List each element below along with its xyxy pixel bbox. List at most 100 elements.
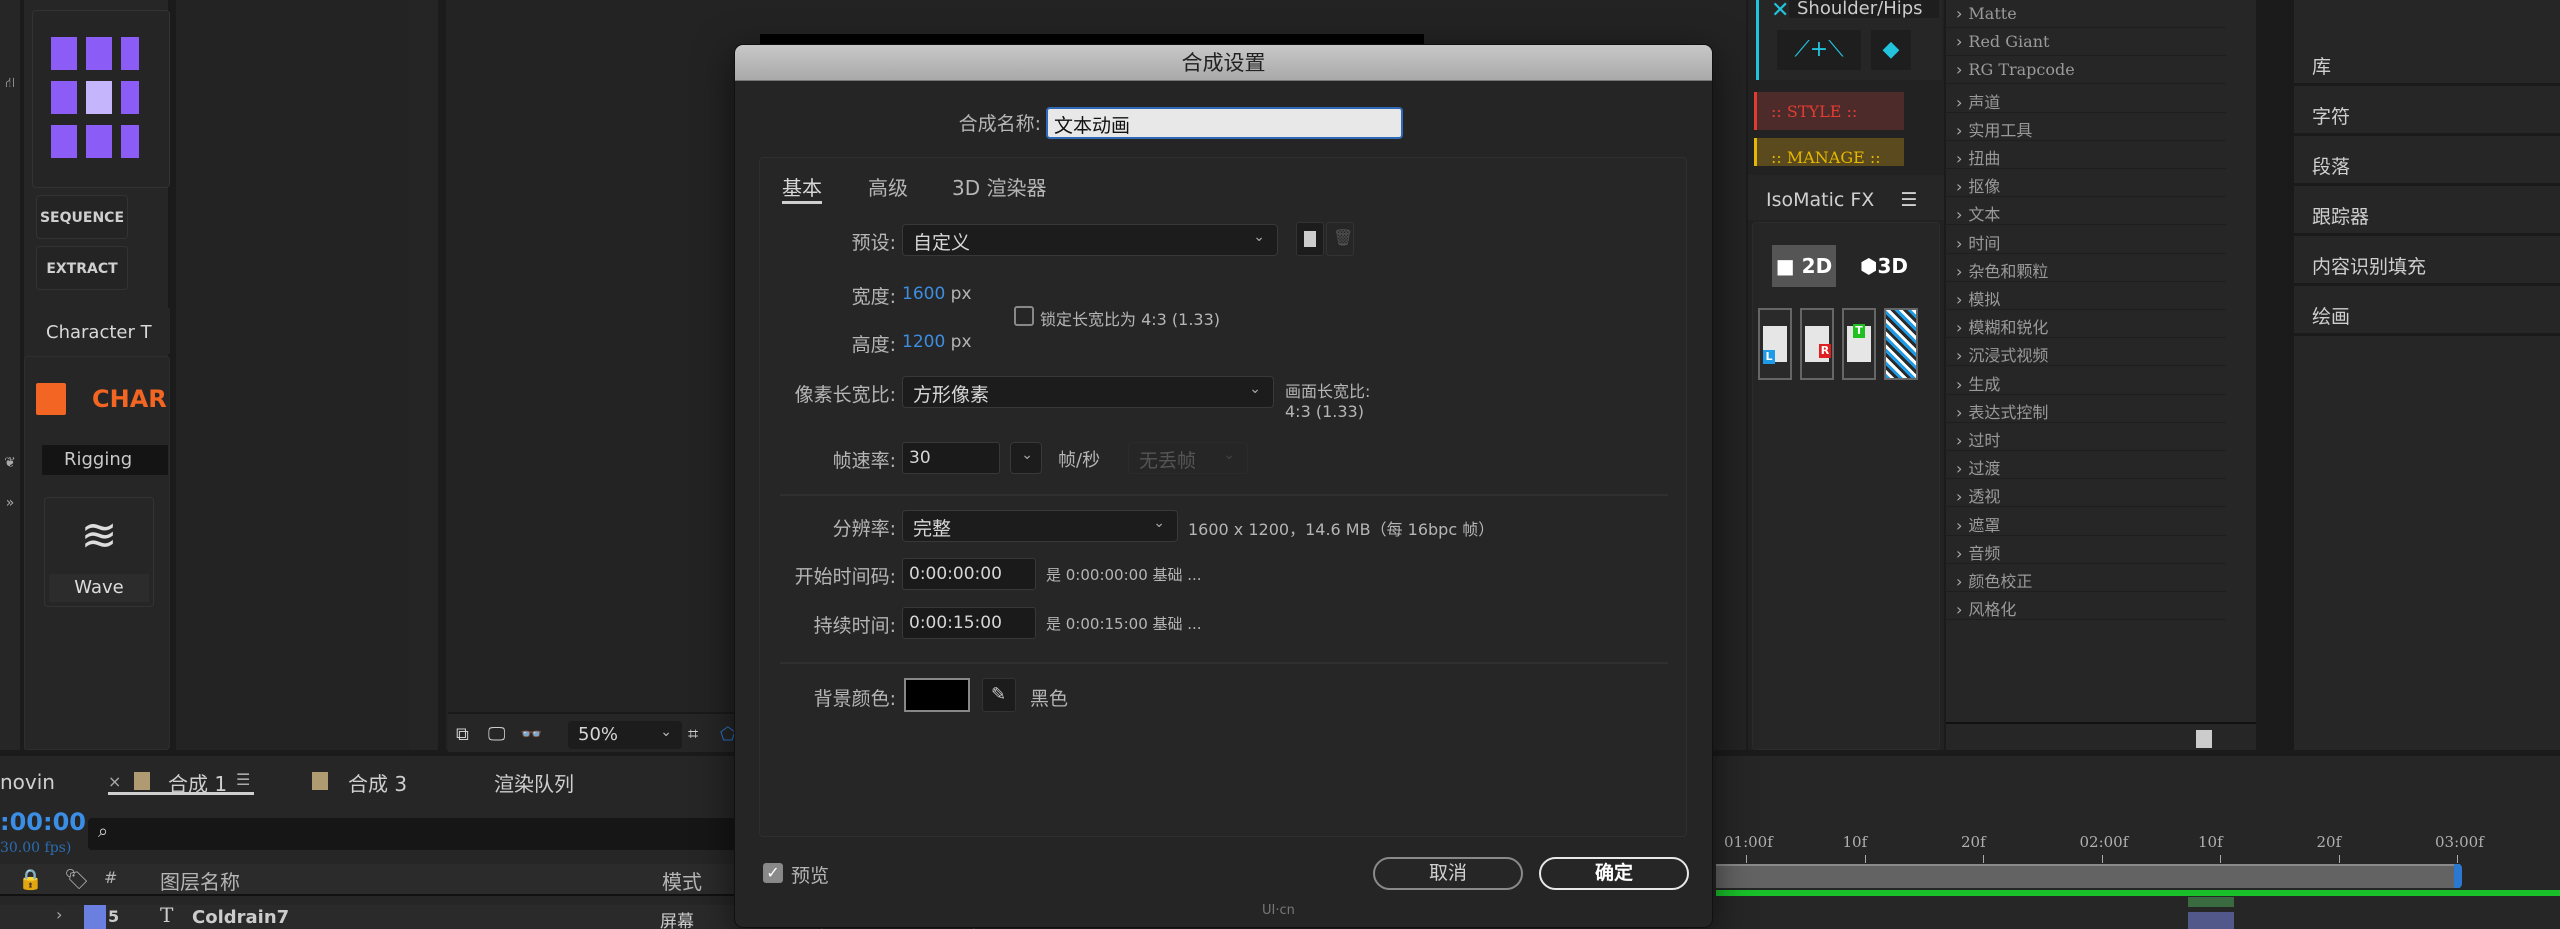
anchor-bottom-center[interactable] <box>86 125 112 158</box>
effect-category[interactable]: › 透视 <box>1946 479 2226 508</box>
layer-mode-select[interactable]: 屏幕 <box>660 907 694 929</box>
effect-category[interactable]: › 过时 <box>1946 423 2226 451</box>
mode-2d-button[interactable]: ■ 2D <box>1772 245 1836 287</box>
anchor-top-left[interactable] <box>51 37 77 70</box>
right-panel-tab[interactable]: 内容识别填充 <box>2294 238 2560 286</box>
cancel-button[interactable]: 取消 <box>1373 857 1523 890</box>
effect-category[interactable]: › 遮罩 <box>1946 508 2226 536</box>
comp-name-input[interactable]: 文本动画 <box>1046 107 1403 139</box>
cube-right-button[interactable]: R <box>1800 308 1834 380</box>
add-bone-icon[interactable]: ⟋+⟍ <box>1777 30 1861 70</box>
anchor-center[interactable] <box>86 81 112 114</box>
current-timecode[interactable]: :00:00 <box>0 808 86 836</box>
start-timecode-input[interactable]: 0:00:00:00 <box>902 558 1036 590</box>
preview-frames-icon[interactable]: ⧉ <box>456 724 469 745</box>
effect-category[interactable]: › 过渡 <box>1946 451 2226 480</box>
lock-aspect-checkbox[interactable] <box>1014 306 1034 326</box>
expand-arrow-icon[interactable]: › <box>56 905 62 924</box>
frame-rate-dropdown[interactable]: ⌄ <box>1010 442 1042 474</box>
height-value[interactable]: 1200 <box>902 332 945 352</box>
save-preset-button[interactable] <box>1296 222 1324 256</box>
tab-menu-icon[interactable]: ☰ <box>236 770 250 789</box>
cube-left-button[interactable]: L <box>1758 308 1792 380</box>
preset-select[interactable]: 自定义 ⌄ <box>902 224 1278 256</box>
preview-checkbox[interactable]: ✓ <box>763 863 783 883</box>
new-item-icon[interactable] <box>2196 730 2212 748</box>
panel-menu-icon[interactable]: ☰ <box>1900 189 1917 211</box>
right-panel-tab[interactable]: 字符 <box>2294 88 2560 136</box>
effect-category[interactable]: › 杂色和颗粒 <box>1946 254 2226 282</box>
anchor-top-right[interactable] <box>121 37 139 70</box>
effect-category[interactable]: › RG Trapcode <box>1946 56 2226 85</box>
effect-category[interactable]: › 颜色校正 <box>1946 564 2226 592</box>
layer-name[interactable]: Coldrain7 <box>192 907 289 928</box>
effect-category[interactable]: › 生成 <box>1946 367 2226 395</box>
effect-category[interactable]: › 模糊和锐化 <box>1946 310 2226 339</box>
column-layer-name[interactable]: 图层名称 <box>160 866 240 895</box>
anchor-middle-right[interactable] <box>121 81 139 114</box>
anchor-top-center[interactable] <box>86 37 112 70</box>
work-area-end-handle[interactable] <box>2454 864 2462 888</box>
anchor-bottom-right[interactable] <box>121 125 139 158</box>
feather-icon[interactable]: ❦ <box>0 455 20 471</box>
preview-label[interactable]: 预览 <box>791 861 829 888</box>
effect-category[interactable]: › Red Giant <box>1946 28 2226 57</box>
region-of-interest-icon[interactable]: ⌗ <box>688 724 698 745</box>
effect-category[interactable]: › 声道 <box>1946 85 2226 113</box>
width-value[interactable]: 1600 <box>902 284 945 304</box>
right-panel-tab[interactable]: 跟踪器 <box>2294 188 2560 236</box>
delete-preset-button[interactable]: 🗑 <box>1326 222 1354 256</box>
rigging-tab[interactable]: Rigging <box>42 445 168 475</box>
effect-category[interactable]: › 文本 <box>1946 197 2226 226</box>
hierarchy-icon[interactable]: ⛙ <box>0 75 20 93</box>
expand-icon[interactable]: » <box>0 495 20 511</box>
effect-category[interactable]: › Matte <box>1946 0 2226 28</box>
effect-category[interactable]: › 扭曲 <box>1946 141 2226 169</box>
resolution-select[interactable]: 完整 ⌄ <box>902 510 1178 542</box>
monitor-icon[interactable]: 🖵 <box>488 724 505 745</box>
right-panel-tab[interactable]: 库 <box>2294 38 2560 86</box>
height-field[interactable]: 1200 px <box>902 332 972 352</box>
vr-goggles-icon[interactable]: 👓 <box>520 724 542 745</box>
cube-top-button[interactable]: T <box>1842 308 1876 380</box>
right-panel-tab[interactable]: 段落 <box>2294 138 2560 186</box>
tab-3d-renderer[interactable]: 3D 渲染器 <box>952 172 1046 201</box>
lock-icon[interactable]: 🔒 <box>18 867 43 891</box>
zoom-select[interactable]: 50% ⌄ <box>568 721 682 749</box>
right-panel-tab[interactable]: 绘画 <box>2294 288 2560 336</box>
effect-category[interactable]: › 音频 <box>1946 536 2226 564</box>
effect-category[interactable]: › 风格化 <box>1946 592 2226 621</box>
column-mode[interactable]: 模式 <box>662 866 702 895</box>
layer-color-label[interactable] <box>84 905 106 929</box>
tab-basic[interactable]: 基本 <box>782 172 822 201</box>
style-section[interactable]: :: STYLE :: <box>1754 92 1904 130</box>
effect-category[interactable]: › 模拟 <box>1946 282 2226 310</box>
tab-novin[interactable]: novin <box>0 770 55 794</box>
work-area-bar[interactable] <box>1716 864 2460 888</box>
manage-section[interactable]: :: MANAGE :: <box>1754 138 1904 166</box>
character-panel-title[interactable]: Character T <box>24 308 170 354</box>
grid-pattern-button[interactable] <box>1884 308 1918 380</box>
effect-category[interactable]: › 实用工具 <box>1946 113 2226 141</box>
sequence-button[interactable]: SEQUENCE <box>36 195 128 239</box>
effect-category[interactable]: › 沉浸式视频 <box>1946 338 2226 367</box>
effect-category[interactable]: › 表达式控制 <box>1946 395 2226 423</box>
mask-toggle-icon[interactable]: ⬠ <box>720 724 736 745</box>
pixel-aspect-select[interactable]: 方形像素 ⌄ <box>902 376 1274 408</box>
layer-duration-bar[interactable] <box>1716 890 2560 896</box>
duration-input[interactable]: 0:00:15:00 <box>902 607 1036 639</box>
effect-category[interactable]: › 抠像 <box>1946 169 2226 198</box>
extract-button[interactable]: EXTRACT <box>36 246 128 290</box>
tab-render-queue[interactable]: 渲染队列 <box>494 768 574 797</box>
label-tag-icon[interactable]: 🏷 <box>64 867 89 891</box>
lock-aspect-label[interactable]: 锁定长宽比为 4:3 (1.33) <box>1040 306 1220 330</box>
wave-button[interactable]: ≋ Wave <box>44 497 154 607</box>
close-tab-icon[interactable]: × <box>108 772 121 791</box>
layer-bar-4[interactable] <box>2188 897 2234 907</box>
close-icon[interactable]: ✕ <box>1771 0 1789 23</box>
frame-rate-input[interactable]: 30 <box>902 442 1000 474</box>
head-icon[interactable]: ◆ <box>1871 30 1911 70</box>
effect-category[interactable]: › 时间 <box>1946 226 2226 254</box>
mode-3d-button[interactable]: ⬢3D <box>1852 245 1916 287</box>
tab-advanced[interactable]: 高级 <box>868 172 908 201</box>
